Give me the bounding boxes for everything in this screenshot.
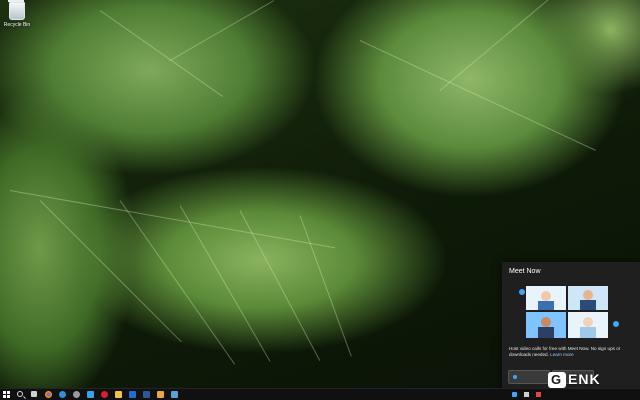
genk-watermark: G ENK (548, 366, 638, 390)
explorer-icon[interactable] (115, 391, 122, 398)
volume-icon[interactable] (536, 392, 541, 397)
files-icon[interactable] (157, 391, 164, 398)
meet-now-description: Host video calls for free with Meet Now.… (509, 346, 621, 357)
genk-logo-g: G (551, 372, 562, 387)
desktop-icon-recycle-bin[interactable]: Recycle Bin (2, 0, 32, 28)
task-view-icon[interactable] (31, 391, 37, 397)
settings-icon[interactable] (73, 391, 80, 398)
opera-icon[interactable] (101, 391, 108, 398)
chrome-icon[interactable] (45, 391, 52, 398)
taskbar (0, 388, 640, 400)
word-icon[interactable] (143, 391, 150, 398)
start-icon[interactable] (3, 391, 11, 399)
photos-icon[interactable] (171, 391, 178, 398)
recycle-bin-icon (8, 0, 25, 20)
store-icon[interactable] (87, 391, 94, 398)
mail-icon[interactable] (129, 391, 136, 398)
meet-now-illustration (519, 286, 619, 338)
learn-more-link[interactable]: Learn more (550, 352, 574, 357)
meet-now-button[interactable] (508, 370, 550, 384)
search-icon[interactable] (17, 391, 23, 397)
meet-now-icon[interactable] (512, 392, 517, 397)
network-icon[interactable] (524, 392, 529, 397)
edge-icon[interactable] (59, 391, 66, 398)
desktop-icon-label: Recycle Bin (3, 22, 31, 28)
camera-icon (513, 375, 517, 379)
meet-now-title: Meet Now (509, 268, 541, 275)
genk-logo-text: ENK (568, 371, 601, 387)
